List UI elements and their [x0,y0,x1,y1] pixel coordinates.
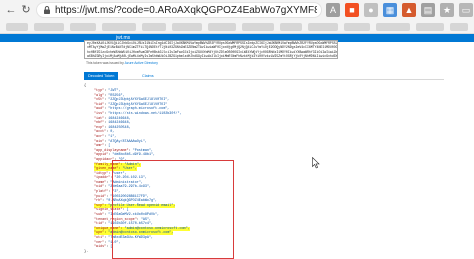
claim-value: "de8bc8b5-d9f9-48b1", [112,153,156,158]
mouse-cursor-icon [312,157,320,169]
grid-icon[interactable]: ▦ [383,3,397,17]
token-tabs: Decoded Token Claims [84,72,444,80]
favorite-item[interactable] [34,23,64,31]
lock-icon [44,6,50,14]
favorite-item[interactable] [376,23,410,31]
claim-key: "uti" [94,236,105,240]
address-bar[interactable]: https://jwt.ms/?code=0.ARoAXqkQGPOZ4EabW… [36,2,322,18]
favorite-item[interactable] [70,23,96,31]
claim-key: "amr" [94,144,105,149]
claim-key: "ver" [94,240,105,245]
claim-key: "iss" [94,111,105,116]
claim-key: "acct" [94,130,107,135]
issuer-note: This token was issued by Azure Active Di… [86,61,158,65]
extension-icon[interactable]: ● [364,3,378,17]
claim-value: "JWT", [108,89,121,93]
browser-chrome: ← ↻ https://jwt.ms/?code=0.ARoAXqkQGPOZ4… [0,0,474,34]
claim-key: "aio" [94,139,105,144]
claim-value: [ [108,144,111,149]
claim-key: "rh" [94,199,103,204]
reload-icon[interactable]: ↻ [19,3,33,17]
encoded-token-box[interactable]: eyJ0eXAiOiJKV1QiLCJhbGciOiJSUzI1NiIsIng1… [84,40,338,59]
claim-key: "x5t" [94,98,105,103]
favorite-item[interactable] [102,23,136,31]
claim-value: "https://sts.windows.net/1102b30f/", [108,111,182,116]
tab-claims[interactable]: Claims [138,72,158,80]
claim-key: "sub" [94,213,105,218]
claim-key: "nbf" [94,121,105,126]
claim-key: "platf" [94,190,109,195]
favorite-item[interactable] [142,23,166,31]
claim-value: "ATQAy/8TAAAAwOyL", [108,139,147,144]
issuer-link[interactable]: Azure Active Directory [125,61,158,65]
favorite-item[interactable] [242,23,274,31]
claim-key: "appid" [94,153,109,158]
favorites-bar [0,20,474,34]
claim-key: "typ" [94,89,105,93]
favorite-item[interactable] [172,23,202,31]
claim-value: "1", [108,134,117,139]
toolbar-icons: A ■ ● ▦ ▲ ▤ ★ ▭ ◉ [326,3,474,17]
issuer-note-text: This token was issued by [86,61,124,65]
app-icon[interactable]: ▲ [402,3,416,17]
claim-key: "upn" [94,231,105,236]
split-screen-icon[interactable]: ▤ [421,3,435,17]
favorite-item[interactable] [344,23,370,31]
highlight-box [112,160,234,259]
token-line: aXBhZGRyIjoiMjAuMjA0LjEwMi4xMyIsIm5hbWUi… [87,54,337,59]
claim-key: "tid" [94,222,105,227]
url-text[interactable]: https://jwt.ms/?code=0.ARoAXqkQGPOZ4EabW… [55,4,317,17]
claim-key: "alg" [94,93,105,98]
claim-value: 1684246648, [108,121,131,126]
claim-value: 1684246648, [108,116,131,121]
claim-key: "acr" [94,134,105,139]
favorite-item[interactable] [6,23,28,31]
claim-key: "wids" [94,245,107,250]
favorites-icon[interactable]: ★ [440,3,454,17]
favorite-item[interactable] [308,23,338,31]
claim-key: "oid" [94,185,105,190]
claim-key: "iat" [94,116,105,121]
claim-value: "RS256", [108,93,125,98]
favorite-item[interactable] [416,23,444,31]
tab-decoded-token[interactable]: Decoded Token [84,72,119,80]
office-icon[interactable]: ■ [345,3,359,17]
favorite-item[interactable] [208,23,236,31]
favorite-item[interactable] [450,23,468,31]
claim-key: "aud" [94,107,105,112]
collections-icon[interactable]: ▭ [459,3,473,17]
claim-value: "https://graph.microsoft.com", [108,107,170,112]
claim-value: 0, [110,130,115,135]
back-icon[interactable]: ← [4,3,18,17]
read-aloud-icon[interactable]: A [326,3,340,17]
claim-key: "ipaddr" [94,176,111,181]
claim-value: "2ZQpJ3UpbjAYXYGaXEJl8lV0TOI", [108,98,170,103]
favorite-item[interactable] [280,23,302,31]
